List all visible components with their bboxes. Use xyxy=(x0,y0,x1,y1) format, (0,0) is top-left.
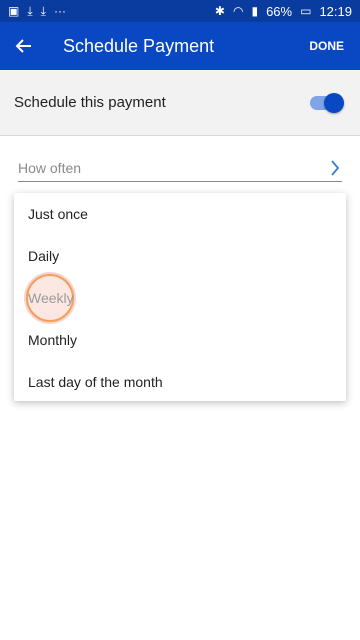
back-button[interactable] xyxy=(0,22,48,70)
signal-icon: ▮ xyxy=(251,4,259,18)
schedule-payment-label: Schedule this payment xyxy=(14,94,166,111)
page-title: Schedule Payment xyxy=(63,35,215,56)
arrow-left-icon xyxy=(15,39,31,53)
menu-item-just-once[interactable]: Just once xyxy=(14,193,346,235)
battery-icon: ▭ xyxy=(300,4,312,18)
menu-item-label: Just once xyxy=(28,206,88,222)
app-bar: Schedule Payment DONE xyxy=(0,22,360,70)
schedule-payment-row: Schedule this payment xyxy=(0,70,360,136)
schedule-payment-toggle[interactable] xyxy=(310,92,344,113)
wifi-icon: ◠ xyxy=(232,4,244,18)
battery-percent: 66% xyxy=(266,3,293,19)
more-dots-icon: ··· xyxy=(53,4,66,18)
menu-item-last-day-of-month[interactable]: Last day of the month xyxy=(14,361,346,403)
menu-item-daily[interactable]: Daily xyxy=(14,235,346,277)
menu-item-weekly[interactable]: Weekly xyxy=(14,274,346,322)
menu-item-label: Daily xyxy=(28,248,60,264)
menu-item-label: Weekly xyxy=(28,290,74,306)
frequency-dropdown-menu: Just once Daily Weekly Monthly Last day … xyxy=(14,193,346,401)
image-icon: ▣ xyxy=(8,4,20,18)
menu-item-monthly[interactable]: Monthly xyxy=(14,319,346,361)
how-often-placeholder: How often xyxy=(18,160,82,176)
status-bar-right: ✱ ◠ ▮ 66% ▭ 12:19 xyxy=(215,4,352,19)
clock: 12:19 xyxy=(319,3,352,19)
menu-item-label: Last day of the month xyxy=(28,374,163,390)
status-bar: ▣ ⤓ ⤓ ··· ✱ ◠ ▮ 66% ▭ 12:19 xyxy=(0,0,360,22)
download-icon: ⤓ xyxy=(27,4,33,18)
download-icon: ⤓ xyxy=(40,4,46,18)
how-often-field[interactable]: How often xyxy=(18,155,342,182)
status-bar-left: ▣ ⤓ ⤓ ··· xyxy=(8,5,66,17)
bluetooth-icon: ✱ xyxy=(214,4,225,18)
done-button[interactable]: DONE xyxy=(301,31,352,61)
toggle-thumb xyxy=(324,92,344,113)
chevron-right-icon xyxy=(328,158,342,178)
menu-item-label: Monthly xyxy=(28,332,78,348)
